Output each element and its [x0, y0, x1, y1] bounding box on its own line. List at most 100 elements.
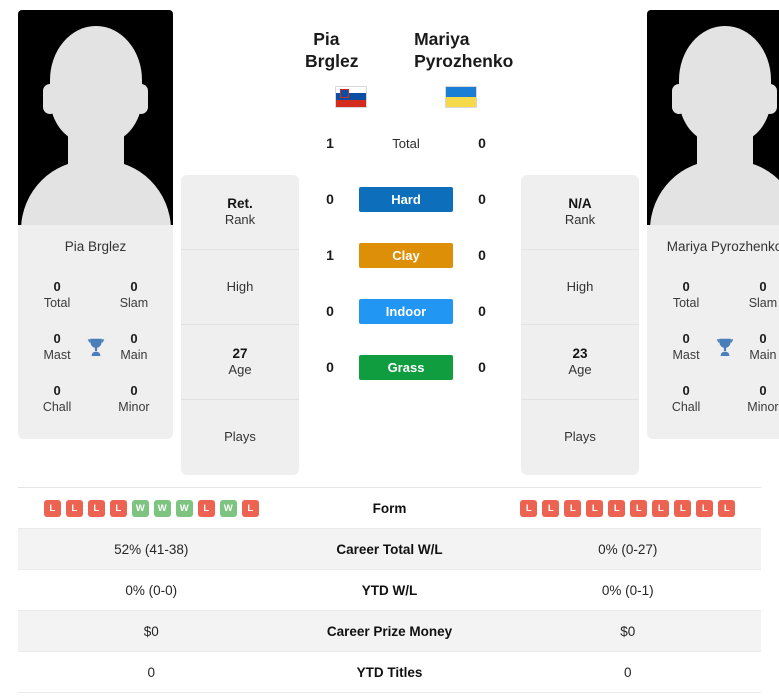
right-titles-total: 0 Total: [663, 279, 709, 311]
left-titles-total: 0 Total: [34, 279, 80, 311]
top-section: Pia Brglez 0 Total 0 Slam 0 Mast 0 Main …: [0, 0, 779, 475]
row-label-ytd-wl: YTD W/L: [361, 582, 418, 598]
right-titles-mast-label: Mast: [672, 347, 700, 362]
avatar-silhouette-ear-left: [672, 84, 686, 114]
ukraine-flag-icon: [444, 85, 477, 108]
right-titles-total-label: Total: [672, 295, 700, 310]
right-titles-main-label: Main: [749, 347, 777, 362]
left-rank-card: Ret. Rank High 27 Age Plays: [181, 175, 299, 475]
left-age-label: Age: [228, 362, 252, 378]
left-plays-segment: Plays: [181, 400, 299, 475]
right-prize-money-value: $0: [620, 623, 636, 639]
form-badge-win[interactable]: W: [219, 499, 237, 517]
form-badge-loss[interactable]: L: [241, 499, 259, 517]
head-to-head-column: Pia Brglez Mariya Pyrozhenko 1 Total 0 0 Har…: [299, 10, 513, 395]
row-label-ytd-titles: YTD Titles: [356, 664, 423, 680]
right-titles-mast: 0 Mast: [663, 331, 709, 363]
form-badge-win[interactable]: W: [175, 499, 193, 517]
left-titles-mast-value: 0: [53, 331, 61, 347]
right-age-label: Age: [568, 362, 592, 378]
form-badge-loss[interactable]: L: [718, 499, 736, 517]
left-age-segment: 27 Age: [181, 325, 299, 400]
avatar-silhouette-ear-left: [43, 84, 57, 114]
right-titles-chall-label: Chall: [671, 399, 701, 414]
surface-chip-clay: Clay: [359, 242, 453, 268]
avatar-silhouette-ear-right: [134, 84, 148, 114]
form-badge-loss[interactable]: L: [109, 499, 127, 517]
slovenia-flag-icon: [335, 85, 368, 108]
form-badge-loss[interactable]: L: [608, 499, 626, 517]
form-badge-loss[interactable]: L: [43, 499, 61, 517]
h2h-left-count-hard: 0: [326, 191, 334, 207]
player-comparison-page: Pia Brglez 0 Total 0 Slam 0 Mast 0 Main …: [0, 0, 779, 699]
right-plays-label: Plays: [564, 429, 596, 445]
h2h-left-count-grass: 0: [326, 359, 334, 375]
h2h-surface-hard[interactable]: Hard: [359, 186, 453, 212]
h2h-left-count-clay: 1: [326, 247, 334, 263]
left-titles-slam-label: Slam: [119, 295, 149, 310]
right-age-segment: 23 Age: [521, 325, 639, 400]
right-titles-chall-value: 0: [682, 383, 690, 399]
right-titles-minor-label: Minor: [747, 399, 779, 414]
h2h-row-grass: 0 Grass 0: [301, 339, 511, 395]
left-prize-money-value: $0: [143, 623, 159, 639]
left-titles-main: 0 Main: [111, 331, 157, 363]
left-titles-main-value: 0: [130, 331, 138, 347]
h2h-surface-clay[interactable]: Clay: [359, 242, 453, 268]
left-high-segment: High: [181, 250, 299, 325]
left-titles-chall-label: Chall: [42, 399, 72, 414]
form-badge-loss[interactable]: L: [87, 499, 105, 517]
right-titles-panel: Mariya Pyrozhenko 0 Total 0 Slam 0 Mast …: [647, 225, 779, 440]
left-player-column: Pia Brglez 0 Total 0 Slam 0 Mast 0 Main …: [18, 10, 173, 440]
h2h-right-count-indoor: 0: [478, 303, 486, 319]
right-titles-main: 0 Main: [740, 331, 779, 363]
form-badge-loss[interactable]: L: [630, 499, 648, 517]
h2h-right-count-grass: 0: [478, 359, 486, 375]
left-rank-value: Ret.: [227, 195, 253, 211]
left-rank-card-column: Ret. Rank High 27 Age Plays: [181, 175, 299, 475]
surface-chip-grass: Grass: [359, 354, 453, 380]
left-ytd-titles-value: 0: [147, 664, 155, 680]
player-names-row: Pia Brglez Mariya Pyrozhenko: [299, 10, 513, 115]
row-label-form: Form: [372, 500, 407, 516]
right-player-column: Mariya Pyrozhenko 0 Total 0 Slam 0 Mast …: [647, 10, 779, 440]
form-badge-loss[interactable]: L: [674, 499, 692, 517]
form-badge-loss[interactable]: L: [197, 499, 215, 517]
h2h-surface-total: Total: [359, 131, 453, 156]
form-badge-loss[interactable]: L: [652, 499, 670, 517]
left-player-name: Pia Brglez: [305, 29, 359, 72]
right-titles-slam-label: Slam: [748, 295, 778, 310]
form-badge-win[interactable]: W: [131, 499, 149, 517]
table-row-career-wl: 52% (41-38) Career Total W/L 0% (0-27): [18, 529, 761, 570]
right-ytd-titles-value: 0: [623, 664, 632, 680]
h2h-surface-grass[interactable]: Grass: [359, 354, 453, 380]
form-badge-loss[interactable]: L: [564, 499, 582, 517]
form-badge-loss[interactable]: L: [586, 499, 604, 517]
left-titles-row-chall-minor: 0 Chall 0 Minor: [18, 373, 173, 425]
right-titles-minor: 0 Minor: [740, 383, 779, 415]
right-age-value: 23: [572, 345, 588, 361]
form-badge-loss[interactable]: L: [65, 499, 83, 517]
form-badge-loss[interactable]: L: [520, 499, 538, 517]
h2h-row-clay: 1 Clay 0: [301, 227, 511, 283]
left-titles-panel-name: Pia Brglez: [64, 239, 127, 254]
form-badge-win[interactable]: W: [153, 499, 171, 517]
right-rank-segment: N/A Rank: [521, 175, 639, 250]
left-player-name-block: Pia Brglez: [305, 28, 398, 108]
left-career-wl-value: 52% (41-38): [114, 541, 189, 557]
right-rank-card: N/A Rank High 23 Age Plays: [521, 175, 639, 475]
right-rank-value: N/A: [568, 195, 592, 211]
left-titles-minor: 0 Minor: [111, 383, 157, 415]
right-titles-panel-name: Mariya Pyrozhenko: [666, 239, 779, 254]
form-badge-loss[interactable]: L: [696, 499, 714, 517]
right-titles-row-total-slam: 0 Total 0 Slam: [647, 269, 779, 321]
h2h-surface-indoor[interactable]: Indoor: [359, 298, 453, 324]
left-trophy-icon: [80, 336, 111, 358]
left-titles-minor-value: 0: [130, 383, 138, 399]
form-badge-loss[interactable]: L: [542, 499, 560, 517]
left-titles-row-total-slam: 0 Total 0 Slam: [18, 269, 173, 321]
row-label-prize-money: Career Prize Money: [326, 623, 453, 639]
avatar-silhouette-ear-right: [763, 84, 777, 114]
head-to-head-rows: 1 Total 0 0 Hard 0 1 Clay 0 0 Indoor 0 0 Grass 0: [299, 115, 513, 395]
left-titles-mast-label: Mast: [43, 347, 71, 362]
